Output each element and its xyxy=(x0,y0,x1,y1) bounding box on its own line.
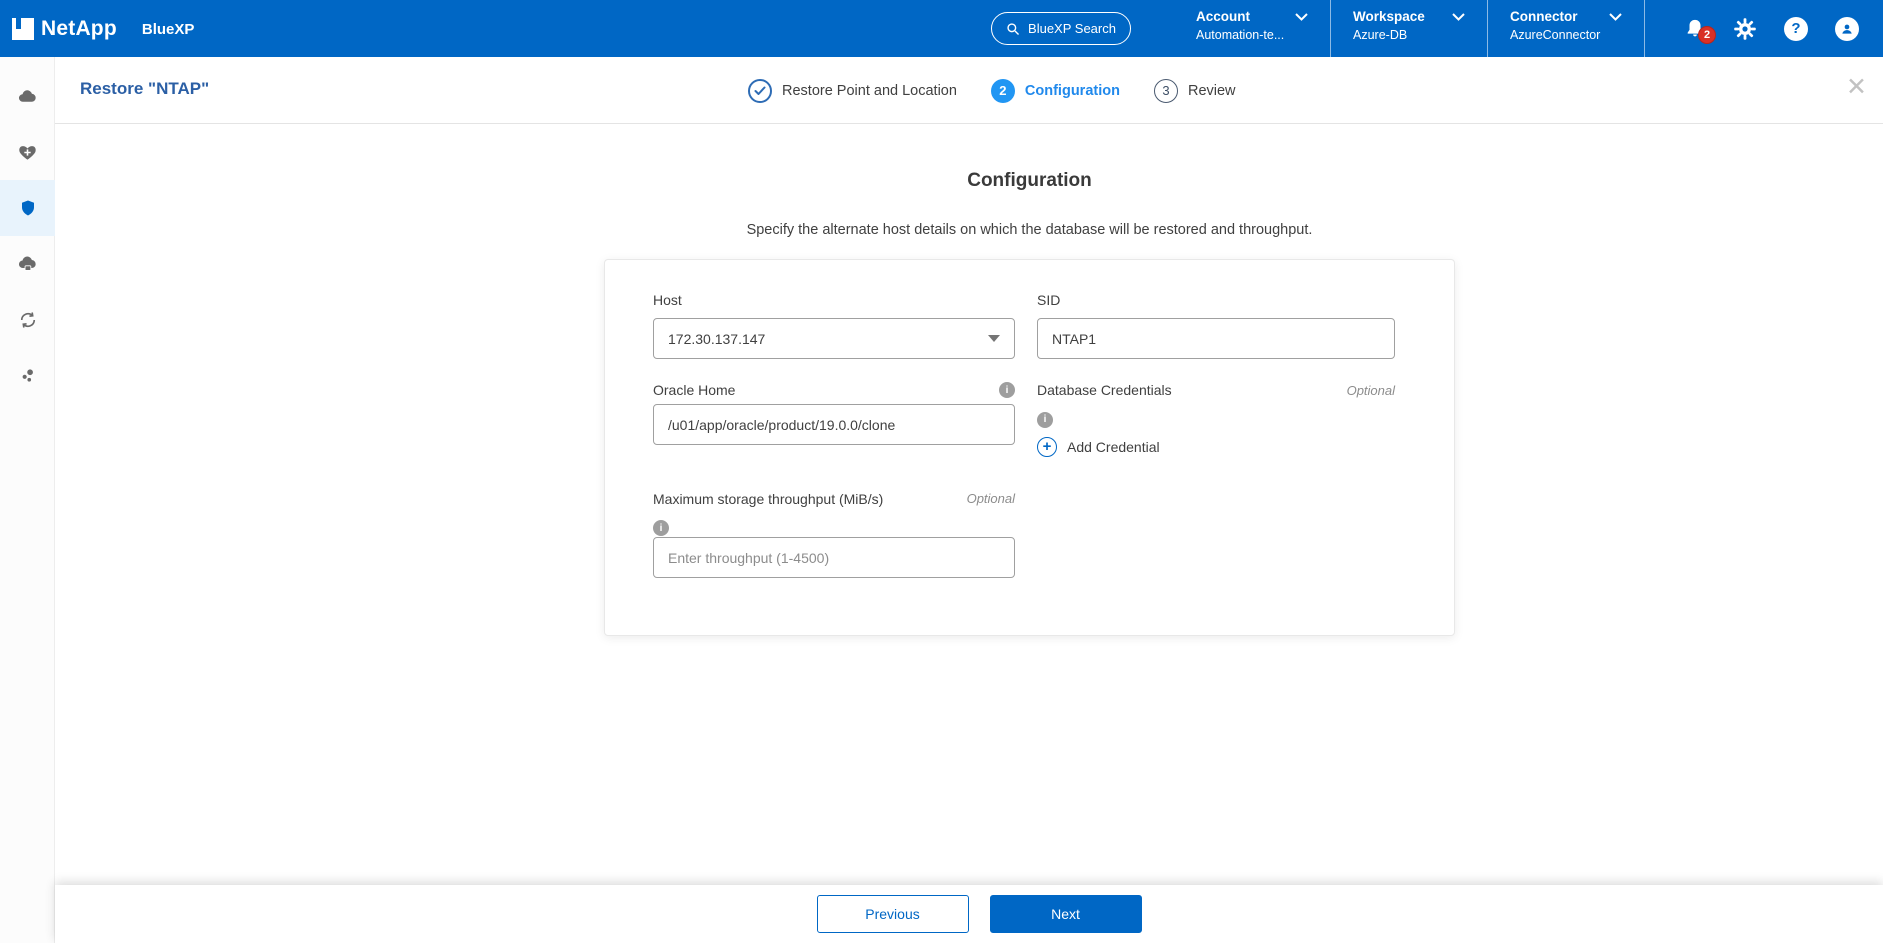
plus-circle-icon: + xyxy=(1037,437,1057,457)
optional-tag: Optional xyxy=(1347,383,1395,398)
database-credentials-label: Database Credentials xyxy=(1037,382,1172,398)
topbar-divider xyxy=(1330,0,1331,57)
chevron-down-icon xyxy=(1609,13,1622,21)
chevron-down-icon xyxy=(1452,13,1465,21)
configuration-form-card: Host 172.30.137.147 SID xyxy=(604,259,1455,636)
connector-menu-label: Connector xyxy=(1510,9,1578,24)
chevron-down-icon xyxy=(1295,13,1308,21)
workspace-menu-value: Azure-DB xyxy=(1353,28,1465,42)
sid-field: SID xyxy=(1037,292,1395,359)
throughput-label: Maximum storage throughput (MiB/s) xyxy=(653,491,883,507)
step-label: Restore Point and Location xyxy=(782,83,957,99)
search-icon xyxy=(1006,22,1020,36)
oracle-home-field: Oracle Home i xyxy=(653,382,1015,457)
close-icon[interactable]: ✕ xyxy=(1846,75,1867,100)
extensions-dots-icon xyxy=(18,366,38,386)
shield-protection-icon xyxy=(19,198,37,218)
bluexp-search-button[interactable]: BlueXP Search xyxy=(991,12,1131,45)
help-button[interactable]: ? xyxy=(1784,17,1808,41)
notification-count-badge: 2 xyxy=(1698,26,1716,44)
connector-menu-value: AzureConnector xyxy=(1510,28,1622,42)
previous-button[interactable]: Previous xyxy=(817,895,969,933)
host-select[interactable]: 172.30.137.147 xyxy=(653,318,1015,359)
sid-label: SID xyxy=(1037,292,1060,308)
step-configuration[interactable]: 2 Configuration xyxy=(991,79,1120,103)
left-navigation-rail xyxy=(0,57,55,943)
workspace-menu-label: Workspace xyxy=(1353,9,1425,24)
host-select-value: 172.30.137.147 xyxy=(668,331,765,347)
topbar-divider xyxy=(1487,0,1488,57)
sidebar-item-extensions[interactable] xyxy=(0,348,55,404)
topbar-divider xyxy=(1644,0,1645,57)
wizard-footer: Previous Next xyxy=(55,885,1883,943)
step-done-check-icon xyxy=(748,79,772,103)
gear-icon xyxy=(1733,17,1757,41)
sync-arrows-icon xyxy=(18,310,38,330)
info-icon[interactable]: i xyxy=(653,520,669,536)
host-field: Host 172.30.137.147 xyxy=(653,292,1015,359)
sidebar-item-mobility[interactable] xyxy=(0,292,55,348)
step-restore-point-and-location[interactable]: Restore Point and Location xyxy=(748,79,957,103)
wizard-stepper: Restore Point and Location 2 Configurati… xyxy=(748,57,1236,124)
help-icon: ? xyxy=(1784,17,1808,41)
account-menu-value: Automation-te... xyxy=(1196,28,1308,42)
oracle-home-input[interactable] xyxy=(653,404,1015,445)
sidebar-item-protection[interactable] xyxy=(0,180,55,236)
netapp-logo-icon xyxy=(12,18,34,40)
topbar-tools: 2 ? xyxy=(1684,0,1859,57)
sidebar-item-ransomware[interactable] xyxy=(0,236,55,292)
step-number: 3 xyxy=(1154,79,1178,103)
brand-name: NetApp xyxy=(41,17,117,41)
next-button[interactable]: Next xyxy=(990,895,1142,933)
sidebar-item-health[interactable] xyxy=(0,124,55,180)
add-credential-label: Add Credential xyxy=(1067,439,1160,455)
top-navigation-bar: NetApp BlueXP BlueXP Search Account Auto… xyxy=(0,0,1883,57)
main-content: Configuration Specify the alternate host… xyxy=(55,124,1883,885)
connector-menu[interactable]: Connector AzureConnector xyxy=(1510,0,1622,57)
account-menu-label: Account xyxy=(1196,9,1250,24)
search-label: BlueXP Search xyxy=(1028,21,1116,36)
add-credential-button[interactable]: + Add Credential xyxy=(1037,437,1160,457)
step-review[interactable]: 3 Review xyxy=(1154,79,1236,103)
cloud-lock-icon xyxy=(17,254,38,275)
configuration-subtitle: Specify the alternate host details on wh… xyxy=(604,222,1455,238)
optional-tag: Optional xyxy=(967,491,1015,506)
step-label: Configuration xyxy=(1025,83,1120,99)
user-account-button[interactable] xyxy=(1835,17,1859,41)
health-heart-icon xyxy=(18,143,37,162)
throughput-field: Maximum storage throughput (MiB/s) Optio… xyxy=(653,491,1015,579)
brand-product: BlueXP xyxy=(142,21,195,38)
wizard-header: Restore "NTAP" Restore Point and Locatio… xyxy=(55,57,1883,124)
settings-button[interactable] xyxy=(1733,17,1757,41)
topbar-menus: Account Automation-te... Workspace Azure… xyxy=(1196,0,1667,57)
netapp-brand[interactable]: NetApp BlueXP xyxy=(12,0,194,57)
notifications-button[interactable]: 2 xyxy=(1684,17,1706,41)
page-title: Restore "NTAP" xyxy=(80,79,209,99)
host-label: Host xyxy=(653,292,682,308)
info-icon[interactable]: i xyxy=(1037,412,1053,428)
account-menu[interactable]: Account Automation-te... xyxy=(1196,0,1308,57)
sid-input[interactable] xyxy=(1037,318,1395,359)
step-label: Review xyxy=(1188,83,1236,99)
database-credentials-field: Database Credentials Optional i + Add Cr… xyxy=(1037,382,1395,457)
configuration-title: Configuration xyxy=(604,170,1455,192)
info-icon[interactable]: i xyxy=(999,382,1015,398)
cloud-storage-icon xyxy=(17,86,38,107)
oracle-home-label: Oracle Home xyxy=(653,382,735,398)
user-avatar-icon xyxy=(1835,17,1859,41)
step-number: 2 xyxy=(991,79,1015,103)
throughput-input[interactable] xyxy=(653,537,1015,578)
sidebar-item-storage[interactable] xyxy=(0,68,55,124)
workspace-menu[interactable]: Workspace Azure-DB xyxy=(1353,0,1465,57)
dropdown-caret-icon xyxy=(988,335,1000,342)
